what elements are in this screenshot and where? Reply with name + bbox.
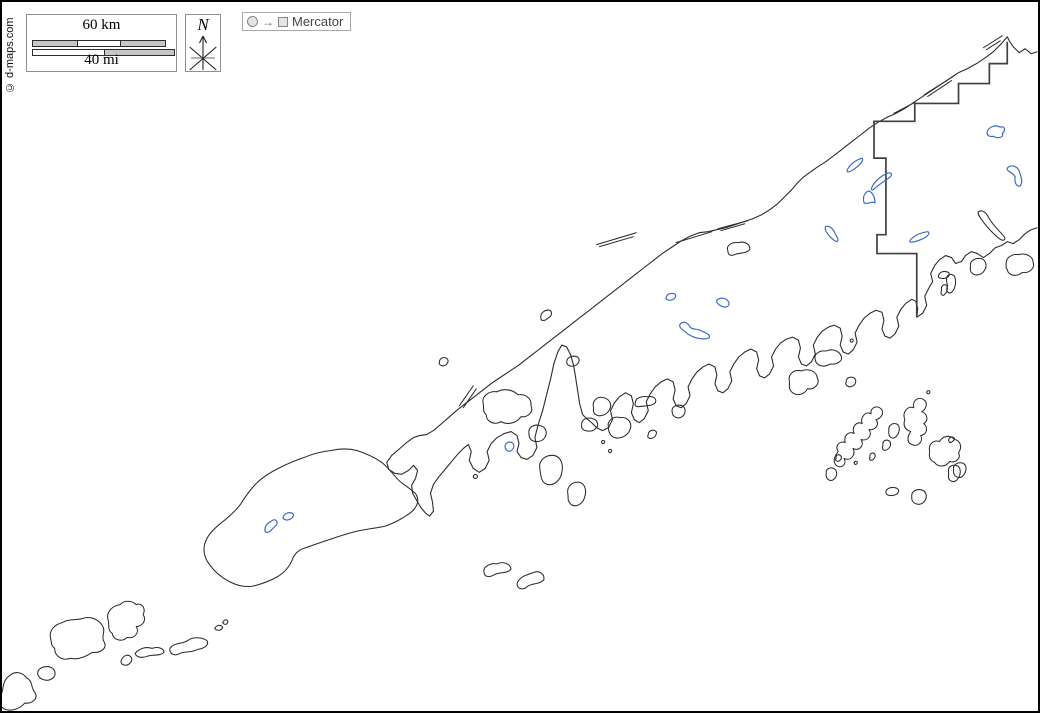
island-outline xyxy=(948,465,960,481)
lake-outline xyxy=(910,232,929,242)
scale-bar-km xyxy=(32,40,166,47)
spit-line xyxy=(676,232,712,243)
island-outline xyxy=(223,620,228,625)
island-outline xyxy=(439,358,448,366)
island-outline xyxy=(970,258,986,275)
island-outline xyxy=(50,618,105,660)
island-outline xyxy=(540,455,563,484)
island-outline xyxy=(135,648,164,658)
island-outline xyxy=(912,490,927,505)
globe-circle-icon xyxy=(247,16,258,27)
spit-line xyxy=(597,233,637,247)
spit-line xyxy=(925,76,955,97)
island-outline xyxy=(483,390,532,424)
island-outline xyxy=(836,455,842,462)
island-outline xyxy=(541,310,552,320)
projection-control[interactable]: → Mercator xyxy=(242,12,351,31)
island-outline xyxy=(473,475,477,479)
island-outline xyxy=(846,377,856,387)
map-scale-box: 60 km 40 mi xyxy=(26,14,177,72)
island-outline xyxy=(648,430,657,438)
island-outline xyxy=(568,482,586,506)
north-arrow-box: N xyxy=(185,14,221,72)
borough-boundary-line xyxy=(874,42,1007,317)
scale-segment xyxy=(77,41,121,46)
islands-group xyxy=(2,211,1033,710)
island-outline xyxy=(2,673,36,710)
lake-outline xyxy=(1007,166,1022,186)
island-outline xyxy=(170,638,208,655)
island-outline xyxy=(904,398,927,445)
arrow-right-icon: → xyxy=(262,16,274,28)
north-arrow-icon xyxy=(186,34,220,71)
island-outline xyxy=(517,572,544,589)
island-outline xyxy=(938,271,949,278)
island-outline xyxy=(869,453,875,460)
flat-square-icon xyxy=(278,17,288,27)
lake-outline xyxy=(265,520,277,533)
island-outline xyxy=(602,440,605,443)
island-outline xyxy=(609,449,612,452)
dmaps-watermark: © d-maps.com xyxy=(4,9,18,93)
island-outline xyxy=(927,391,930,394)
island-outline xyxy=(826,468,837,480)
island-outline xyxy=(635,397,656,407)
island-outline xyxy=(929,436,960,466)
spit-line xyxy=(894,102,915,113)
island-outline xyxy=(949,437,955,442)
lake-outline xyxy=(717,298,729,307)
island-outline xyxy=(978,211,1005,240)
island-outline xyxy=(815,350,842,366)
island-outline xyxy=(850,339,853,342)
island-outline xyxy=(215,625,223,630)
lake-outline xyxy=(847,158,863,172)
scale-segment xyxy=(121,41,165,46)
island-outline xyxy=(484,563,511,577)
lake-outline xyxy=(987,126,1004,138)
island-outline xyxy=(854,461,857,464)
mainland-coastline xyxy=(387,37,1037,516)
island-outline xyxy=(889,424,900,438)
lakes-group xyxy=(265,126,1022,533)
lake-outline xyxy=(863,191,875,204)
lake-outline xyxy=(505,442,514,451)
scale-mi-label: 40 mi xyxy=(27,52,176,69)
coastal-spits-group xyxy=(459,36,1002,408)
lake-outline xyxy=(825,226,838,241)
map-page: © d-maps.com 60 km 40 mi N → Mercator xyxy=(0,0,1040,713)
outline-map xyxy=(2,2,1038,711)
island-outline xyxy=(593,397,610,415)
lake-outline xyxy=(871,173,891,190)
scale-km-label: 60 km xyxy=(27,17,176,34)
unimak-island-outline xyxy=(204,449,418,587)
island-outline xyxy=(882,440,890,450)
scale-segment xyxy=(33,41,77,46)
island-outline xyxy=(789,370,818,395)
north-label: N xyxy=(186,16,220,34)
island-outline xyxy=(1006,254,1033,275)
island-outline xyxy=(108,601,145,640)
island-outline xyxy=(38,667,55,681)
lake-outline xyxy=(680,322,710,339)
spit-line xyxy=(983,36,1002,50)
lake-outline xyxy=(283,513,293,520)
lake-outline xyxy=(666,293,676,300)
island-outline xyxy=(582,418,598,431)
island-outline xyxy=(121,655,132,665)
island-outline xyxy=(886,487,899,495)
island-outline xyxy=(727,242,749,255)
projection-label: Mercator xyxy=(292,14,343,29)
